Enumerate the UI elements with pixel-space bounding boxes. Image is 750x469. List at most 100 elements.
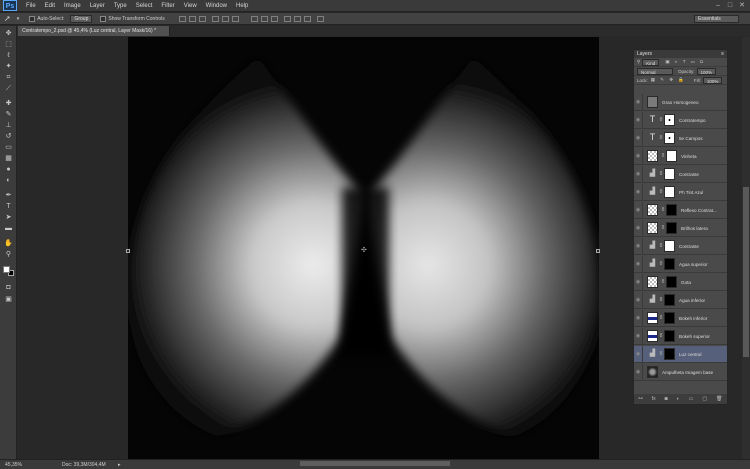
layer-mask-thumbnail[interactable] xyxy=(666,150,677,162)
mask-link-icon[interactable]: 8 xyxy=(659,261,663,267)
distribute-vcenter-icon[interactable] xyxy=(260,15,268,22)
layer-row[interactable]: ◉ ▟ 8 Agua superior xyxy=(634,255,727,273)
layer-style-icon[interactable]: fx xyxy=(652,396,656,402)
mask-link-icon[interactable]: 8 xyxy=(661,153,665,159)
visibility-eye-icon[interactable]: ◉ xyxy=(634,237,643,255)
mask-link-icon[interactable]: 8 xyxy=(659,135,663,141)
visibility-eye-icon[interactable]: ◉ xyxy=(634,165,643,183)
move-tool-icon[interactable]: ✥ xyxy=(4,30,13,38)
layer-mask-thumbnail[interactable] xyxy=(664,132,675,144)
healing-brush-icon[interactable]: ✚ xyxy=(4,100,13,108)
vertical-scrollbar[interactable] xyxy=(742,37,750,459)
blur-tool-icon[interactable]: ● xyxy=(4,166,13,174)
screen-mode-icon[interactable]: ▣ xyxy=(4,296,13,304)
mask-link-icon[interactable]: 8 xyxy=(659,171,663,177)
layer-mask-thumbnail[interactable] xyxy=(664,258,675,270)
minimize-icon[interactable]: – xyxy=(712,1,724,10)
mask-link-icon[interactable]: 8 xyxy=(659,351,663,357)
history-brush-icon[interactable]: ↺ xyxy=(4,133,13,141)
panel-menu-icon[interactable]: ≡ xyxy=(721,50,724,58)
layer-row[interactable]: ◉ T 8 5e Campos xyxy=(634,129,727,147)
align-bottom-icon[interactable] xyxy=(198,15,206,22)
maximize-icon[interactable]: □ xyxy=(724,1,736,10)
layer-mask-thumbnail[interactable] xyxy=(664,312,675,324)
transform-center-icon[interactable]: ✣ xyxy=(361,247,367,254)
pen-tool-icon[interactable]: ✒ xyxy=(4,192,13,200)
menu-select[interactable]: Select xyxy=(136,0,153,12)
mask-link-icon[interactable]: 8 xyxy=(659,117,663,123)
menu-edit[interactable]: Edit xyxy=(45,0,55,12)
lock-icons[interactable]: ▦ ✎ ✥ 🔒 xyxy=(651,77,686,83)
visibility-eye-icon[interactable]: ◉ xyxy=(634,183,643,201)
auto-select-dropdown[interactable]: Group xyxy=(70,14,93,23)
menu-filter[interactable]: Filter xyxy=(161,0,174,12)
layer-mask-thumbnail[interactable] xyxy=(664,114,675,126)
transform-handle-right[interactable] xyxy=(596,249,600,253)
layer-row[interactable]: ◉ Grao Homogeneo xyxy=(634,93,727,111)
show-transform-checkbox[interactable] xyxy=(100,15,107,22)
visibility-eye-icon[interactable]: ◉ xyxy=(634,147,643,165)
menu-window[interactable]: Window xyxy=(206,0,227,12)
type-tool-icon[interactable]: T xyxy=(4,203,13,211)
menu-image[interactable]: Image xyxy=(64,0,81,12)
eraser-tool-icon[interactable]: ▭ xyxy=(4,144,13,152)
layer-row[interactable]: ◉ T 8 Contratempo xyxy=(634,111,727,129)
hand-tool-icon[interactable]: ✋ xyxy=(4,240,13,248)
close-icon[interactable]: ✕ xyxy=(736,1,748,10)
document-canvas[interactable]: ✣ xyxy=(128,37,599,459)
layer-mask-thumbnail[interactable] xyxy=(664,348,675,360)
brush-tool-icon[interactable]: ✎ xyxy=(4,111,13,119)
menu-type[interactable]: Type xyxy=(114,0,127,12)
filter-icons[interactable]: ▣ ◐ T ▭ ◘ xyxy=(665,59,705,65)
distribute-bottom-icon[interactable] xyxy=(270,15,278,22)
layer-row[interactable]: ◉ ▟ 8 Contraste xyxy=(634,237,727,255)
mask-link-icon[interactable]: 8 xyxy=(659,297,663,303)
layer-row[interactable]: ◉ ▟ 8 Luz central xyxy=(634,345,727,363)
transform-handle-left[interactable] xyxy=(126,249,130,253)
zoom-level[interactable]: 45,35% xyxy=(5,462,22,468)
layer-mask-thumbnail[interactable] xyxy=(666,276,677,288)
new-layer-icon[interactable]: ▢ xyxy=(702,396,707,402)
adjustment-layer-icon[interactable]: ◐ xyxy=(677,396,680,402)
visibility-eye-icon[interactable]: ◉ xyxy=(634,255,643,273)
layer-mask-thumbnail[interactable] xyxy=(664,240,675,252)
zoom-tool-icon[interactable]: ⚲ xyxy=(4,251,13,259)
tool-preset-icon[interactable]: ▾ xyxy=(17,16,20,22)
horizontal-scroll-thumb[interactable] xyxy=(300,461,450,466)
fill-value[interactable]: 100% xyxy=(702,76,723,84)
auto-align-icon[interactable] xyxy=(316,15,324,22)
visibility-eye-icon[interactable]: ◉ xyxy=(634,309,643,327)
delete-layer-icon[interactable]: 🗑 xyxy=(716,396,722,402)
layer-row[interactable]: ◉ Ampulheta Imagem base xyxy=(634,363,727,381)
layer-mask-thumbnail[interactable] xyxy=(664,294,675,306)
add-mask-icon[interactable]: ◙ xyxy=(665,396,668,402)
layer-mask-thumbnail[interactable] xyxy=(664,186,675,198)
mask-link-icon[interactable]: 8 xyxy=(661,207,665,213)
status-menu-icon[interactable]: ▸ xyxy=(118,462,121,468)
mask-link-icon[interactable]: 8 xyxy=(659,333,663,339)
workspace-dropdown[interactable]: Essentials xyxy=(694,15,739,23)
auto-select-checkbox[interactable] xyxy=(29,15,36,22)
align-top-icon[interactable] xyxy=(178,15,186,22)
document-tab[interactable]: Contratempo_2.psd @ 45,4% (Luz central, … xyxy=(18,26,170,36)
quick-mask-icon[interactable]: ◘ xyxy=(4,284,13,292)
layer-row[interactable]: ◉ ▟ 8 Agua inferior xyxy=(634,291,727,309)
visibility-eye-icon[interactable]: ◉ xyxy=(634,129,643,147)
eyedropper-icon[interactable]: ⟋ xyxy=(4,85,13,93)
foreground-color-swatch[interactable] xyxy=(3,266,10,273)
mask-link-icon[interactable]: 8 xyxy=(661,279,665,285)
visibility-eye-icon[interactable]: ◉ xyxy=(634,111,643,129)
dodge-tool-icon[interactable]: ◐ xyxy=(4,177,13,185)
blend-mode-dropdown[interactable]: Normal xyxy=(637,67,673,75)
opacity-value[interactable]: 100% xyxy=(696,67,717,75)
clone-stamp-icon[interactable]: ⊥ xyxy=(4,122,13,130)
visibility-eye-icon[interactable]: ◉ xyxy=(634,327,643,345)
visibility-eye-icon[interactable]: ◉ xyxy=(634,363,643,381)
menu-layer[interactable]: Layer xyxy=(90,0,105,12)
distribute-hcenter-icon[interactable] xyxy=(293,15,301,22)
vertical-scroll-thumb[interactable] xyxy=(743,187,749,357)
layer-row[interactable]: ◉ ▟ 8 Ph Tint Azul xyxy=(634,183,727,201)
marquee-tool-icon[interactable]: ⬚ xyxy=(4,41,13,49)
new-group-icon[interactable]: ▭ xyxy=(689,396,694,402)
visibility-eye-icon[interactable]: ◉ xyxy=(634,201,643,219)
